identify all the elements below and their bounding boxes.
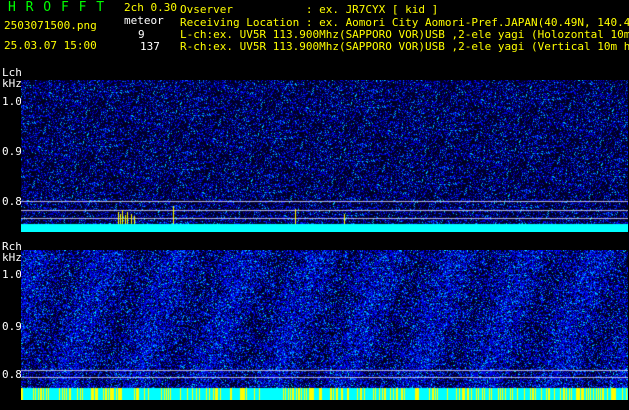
lch-spectrogram — [21, 80, 628, 232]
rch-ytick-2: 0.9 — [2, 320, 22, 333]
datetime: 25.03.07 15:00 — [4, 39, 97, 52]
meteor-label: meteor — [124, 14, 164, 27]
rch-spectrogram-canvas — [21, 250, 628, 400]
logo: H R O F F T — [8, 0, 106, 15]
mode-label: 2ch 0.30 — [124, 1, 177, 14]
rch-meteor-count: 137 — [140, 40, 160, 53]
rch-description: R-ch:ex. UV5R 113.900Mhz(SAPPORO VOR)USB… — [180, 40, 629, 53]
spectrogram-window: H R O F F T 2503071500.png 25.03.07 15:0… — [0, 0, 629, 410]
lch-unit: kHz — [2, 77, 22, 90]
rch-ytick-3: 0.8 — [2, 368, 22, 381]
rch-spectrogram — [21, 250, 628, 400]
lch-ytick-2: 0.9 — [2, 145, 22, 158]
rch-unit: kHz — [2, 251, 22, 264]
lch-spectrogram-canvas — [21, 80, 628, 232]
observer-line: Ovserver : ex. JR7CYX [ kid ] — [180, 3, 439, 16]
filename: 2503071500.png — [4, 19, 97, 32]
lch-ytick-3: 0.8 — [2, 195, 22, 208]
rch-ytick-1: 1.0 — [2, 268, 22, 281]
lch-ytick-1: 1.0 — [2, 95, 22, 108]
